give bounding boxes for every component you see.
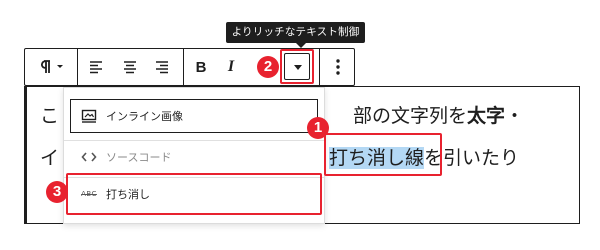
paragraph-block-switcher[interactable] <box>27 49 71 85</box>
menu-item-label: ソースコード <box>106 151 172 164</box>
code-icon <box>80 151 98 163</box>
annotation-box-2 <box>280 49 314 84</box>
more-vertical-icon <box>335 59 340 75</box>
toolbar-divider <box>183 49 184 85</box>
menu-item-focus-outline <box>70 99 318 133</box>
annotation-badge-2: 2 <box>257 56 279 78</box>
tooltip: よりリッチなテキスト制御 <box>226 22 365 48</box>
bold-button[interactable]: B <box>187 49 215 85</box>
toolbar-divider <box>77 49 78 85</box>
pilcrow-icon <box>34 58 56 76</box>
align-right-icon <box>154 60 170 74</box>
toolbar-divider <box>319 49 320 85</box>
annotation-box-1 <box>324 133 442 176</box>
editor-line-2-start: イ <box>40 147 60 169</box>
italic-button[interactable]: I <box>217 49 245 85</box>
editor-text-normal: 部の文字列を <box>353 105 468 127</box>
annotation-box-3 <box>66 173 322 215</box>
menu-separator <box>64 140 324 141</box>
align-right-button[interactable] <box>145 49 179 85</box>
align-left-button[interactable] <box>79 49 113 85</box>
block-options-button[interactable] <box>321 49 354 85</box>
editor-text-bold: 太字 <box>467 105 506 127</box>
annotation-badge-3: 3 <box>46 181 68 203</box>
annotation-badge-1: 1 <box>307 117 329 139</box>
align-left-icon <box>88 60 104 74</box>
italic-icon: I <box>227 58 235 75</box>
editor-text-tail: ・ <box>505 105 525 127</box>
menu-item-source-code[interactable]: ソースコード <box>70 143 318 171</box>
bold-icon: B <box>195 58 207 76</box>
editor-line-1-end: 部の文字列を太字・ <box>353 101 524 128</box>
editor-line-1-start: こ <box>40 105 60 127</box>
tooltip-text: よりリッチなテキスト制御 <box>231 26 360 38</box>
align-center-button[interactable] <box>113 49 147 85</box>
chevron-down-icon <box>56 64 64 70</box>
align-center-icon <box>122 60 138 74</box>
